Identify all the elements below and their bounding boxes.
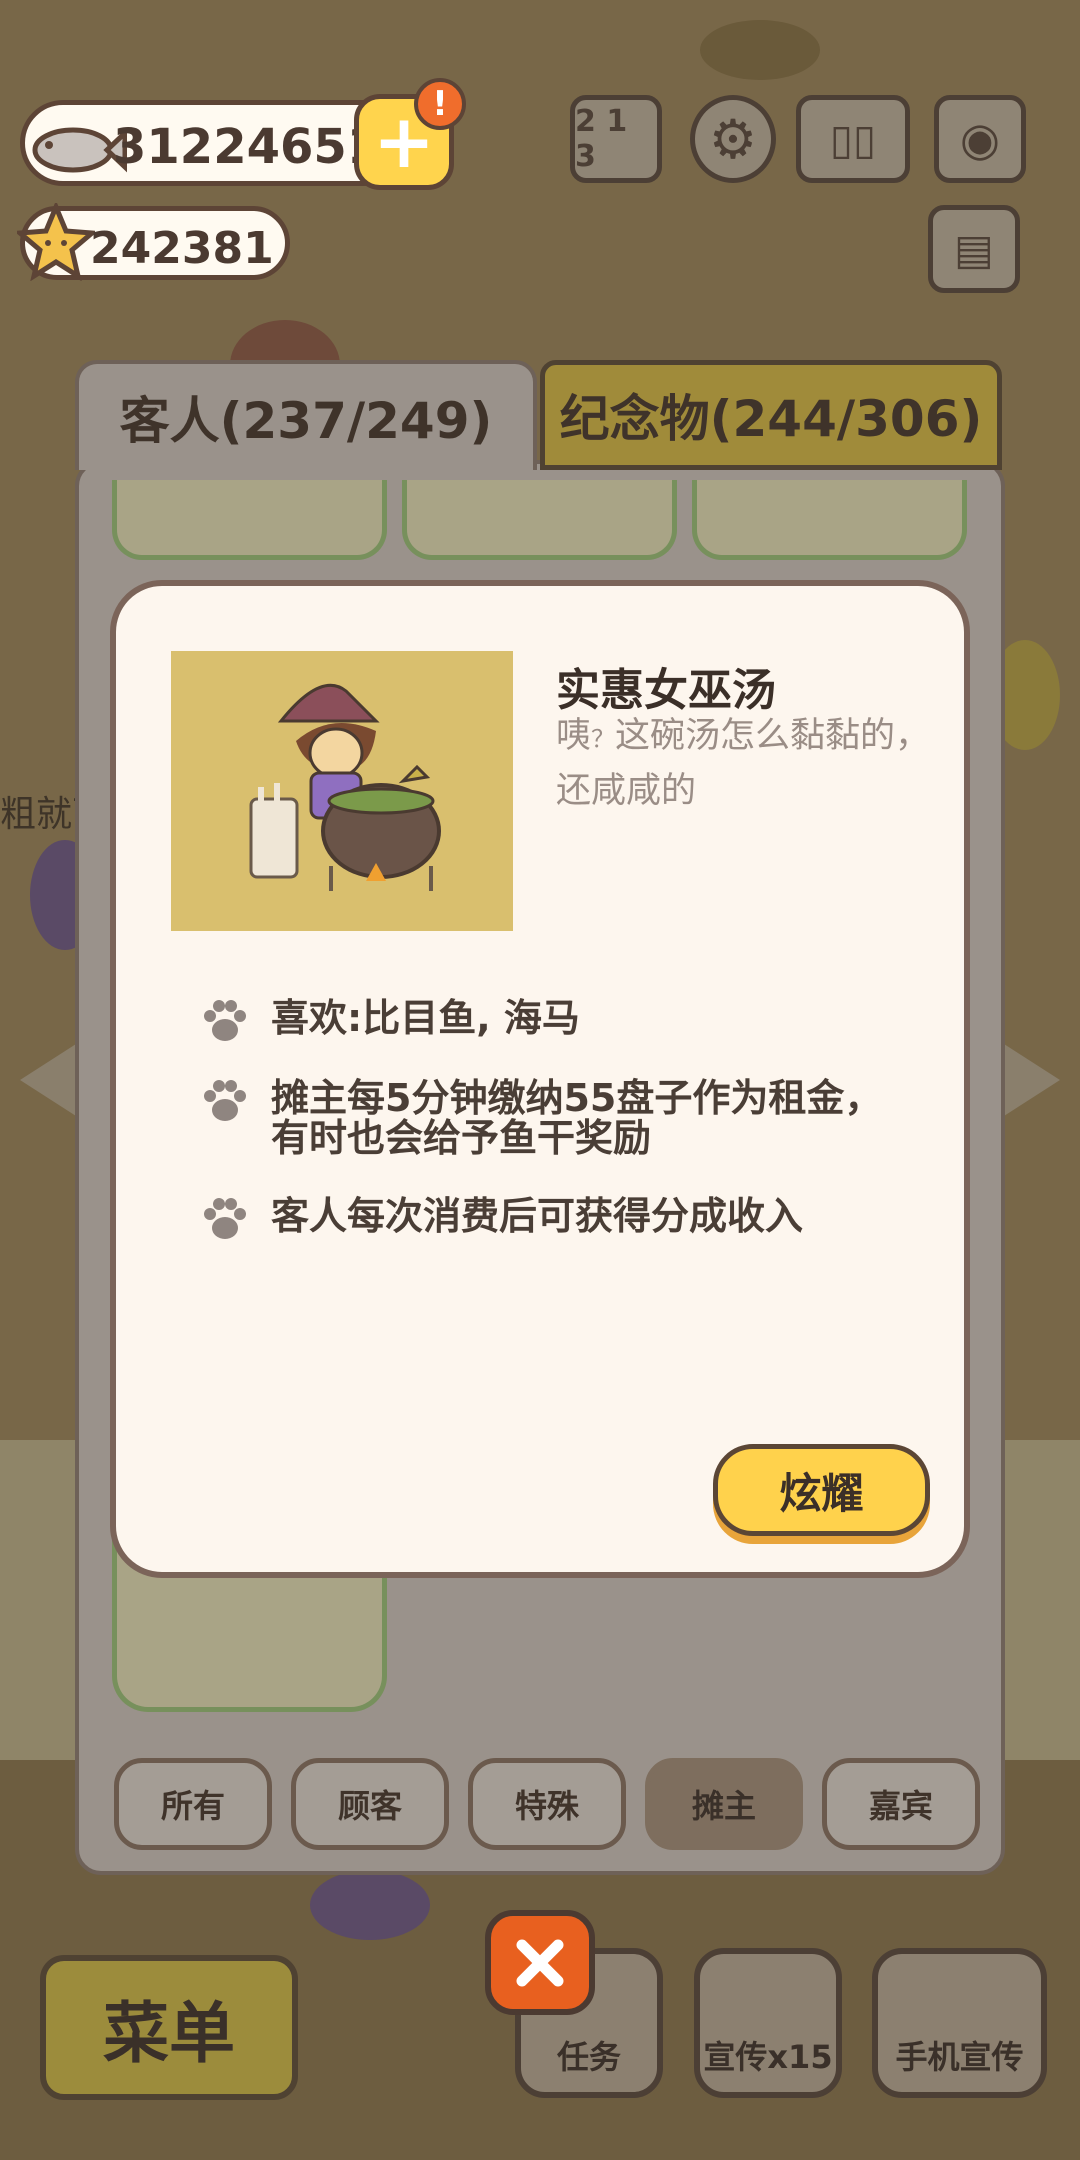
promote-label: 宣传x15 — [703, 2038, 833, 2076]
revenue-share-text: 客人每次消费后可获得分成收入 — [271, 1194, 804, 1238]
customer-card[interactable] — [692, 480, 967, 560]
filter-guest[interactable]: 嘉宾 — [822, 1758, 980, 1850]
description-part-1: 咦 — [556, 716, 592, 756]
alert-badge: ! — [414, 78, 466, 130]
tab-customers-label: 客人(237/249) — [119, 392, 493, 450]
filter-stall-owner[interactable]: 摊主 — [645, 1758, 803, 1850]
customer-detail-modal: 实惠女巫汤 咦？这碗汤怎么黏黏的，还咸咸的 喜欢:比目鱼, 海马 摊主每5分钟缴… — [110, 580, 970, 1578]
show-off-label: 炫耀 — [779, 1468, 864, 1518]
tab-customers[interactable]: 客人(237/249) — [75, 360, 537, 470]
tab-souvenirs[interactable]: 纪念物(244/306) — [540, 360, 1002, 470]
phone-promote-label: 手机宣传 — [895, 2038, 1024, 2076]
likes-text: 喜欢:比目鱼, 海马 — [271, 996, 580, 1040]
phone-promote-button[interactable]: 手机宣传 — [872, 1948, 1047, 2098]
camera-button[interactable]: ◉ — [934, 95, 1026, 183]
close-icon — [516, 1939, 564, 1986]
paw-icon — [204, 1080, 246, 1121]
filter-special[interactable]: 特殊 — [468, 1758, 626, 1850]
book-icon: ▯▯ — [829, 114, 877, 164]
settings-button[interactable]: ⚙ — [690, 95, 776, 183]
scene-decor — [310, 1870, 430, 1940]
tasks-label: 任务 — [556, 2038, 621, 2076]
menu-label: 菜单 — [103, 1994, 235, 2072]
star-currency-counter: 242381 — [17, 203, 290, 281]
scene-decor — [700, 20, 820, 80]
customer-name: 实惠女巫汤 — [556, 665, 776, 716]
customer-card[interactable] — [112, 480, 387, 560]
guide-book-button[interactable]: ▯▯ — [796, 95, 910, 183]
star-icon — [17, 203, 95, 281]
description-question-mark: ？ — [591, 725, 616, 753]
star-count: 242381 — [90, 223, 274, 274]
paw-icon — [204, 1000, 246, 1041]
customer-card[interactable] — [402, 480, 677, 560]
close-button[interactable] — [485, 1910, 595, 2015]
customer-description: 咦？这碗汤怎么黏黏的，还咸咸的 — [556, 710, 956, 817]
newspaper-icon: ▤ — [954, 224, 994, 274]
rent-text-line-2: 有时也会给予鱼干奖励 — [271, 1116, 652, 1160]
menu-button[interactable]: 菜单 — [40, 1955, 298, 2100]
promote-button[interactable]: 宣传x15 — [694, 1948, 842, 2098]
rent-row: 摊主每5分钟缴纳55盘子作为租金， 有时也会给予鱼干奖励 — [201, 1076, 921, 1166]
rent-text-line-1: 摊主每5分钟缴纳55盘子作为租金， — [271, 1076, 883, 1120]
gear-icon: ⚙ — [708, 107, 758, 171]
ranking-button[interactable]: 2 1 3 — [570, 95, 662, 183]
filter-all[interactable]: 所有 — [114, 1758, 272, 1850]
fish-currency-counter: 312246510 — [20, 100, 414, 186]
ranking-icon: 2 1 3 — [575, 104, 628, 174]
witch-illustration — [249, 683, 441, 891]
camera-icon: ◉ — [959, 112, 1001, 166]
show-off-button[interactable]: 炫耀 — [713, 1444, 930, 1536]
filter-customers[interactable]: 顾客 — [291, 1758, 449, 1850]
tab-souvenirs-label: 纪念物(244/306) — [559, 390, 983, 448]
paw-icon — [204, 1198, 246, 1239]
witch-soup-illustration — [171, 651, 513, 931]
fish-icon — [32, 127, 127, 173]
news-button[interactable]: ▤ — [928, 205, 1020, 293]
